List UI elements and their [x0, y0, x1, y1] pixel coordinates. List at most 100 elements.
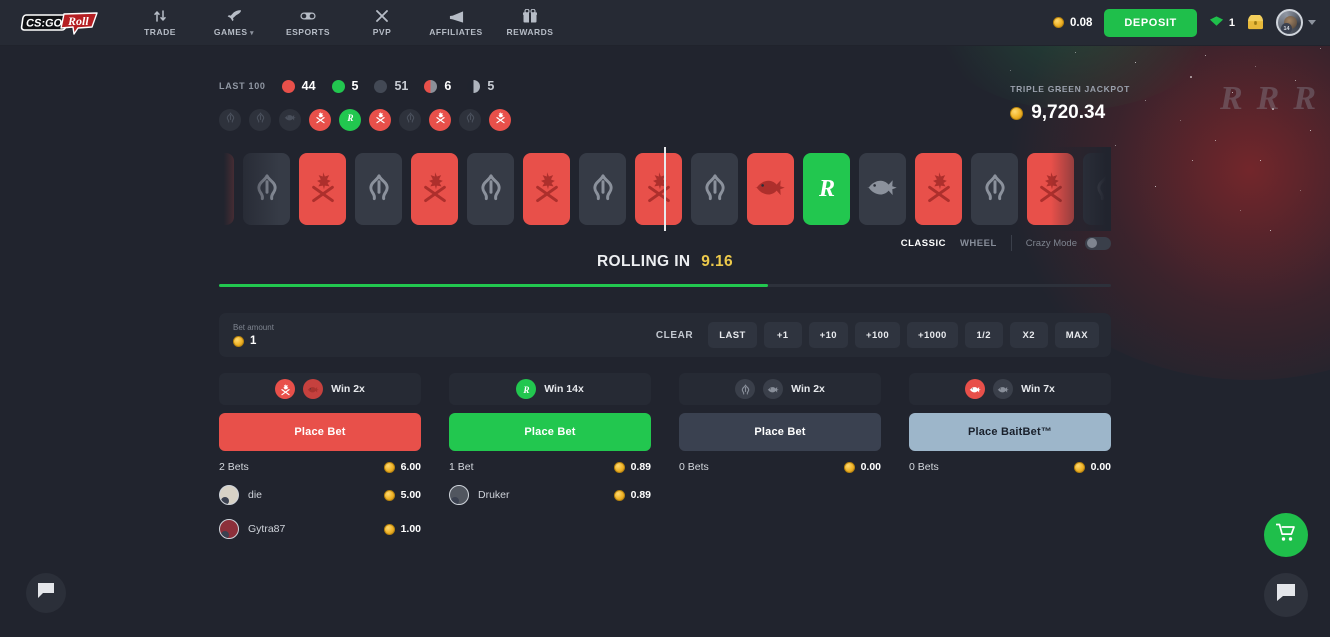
ct-icon: [404, 111, 417, 129]
balance-display[interactable]: 0.08: [1052, 17, 1092, 29]
nav-item-pvp[interactable]: PVP: [346, 0, 418, 46]
place-bet-button[interactable]: Place Bet: [679, 413, 881, 451]
mode-divider: [1010, 235, 1012, 251]
ct-icon: [254, 111, 267, 129]
bet-chip-100[interactable]: +100: [855, 322, 900, 348]
history-result-3[interactable]: [309, 109, 331, 131]
site-chat-button[interactable]: [26, 573, 66, 613]
roller-tile: [579, 153, 626, 225]
bet-chip-max[interactable]: MAX: [1054, 322, 1099, 348]
stat-color-dot: [281, 79, 295, 93]
bet-amount-field[interactable]: Bet amount 1: [233, 323, 274, 347]
history-result-8[interactable]: [459, 109, 481, 131]
place-bet-button[interactable]: Place Bet: [219, 413, 421, 451]
bait-fish-icon: [763, 379, 784, 399]
bait-fish-icon: [993, 379, 1014, 399]
stat-item-half-rg: 6: [424, 79, 451, 93]
bet-chip-12[interactable]: 1/2: [964, 322, 1003, 348]
gem-icon: [1209, 15, 1224, 30]
nav-label: TRADE: [144, 26, 176, 37]
roll-r-icon: R: [344, 111, 357, 129]
history-result-0[interactable]: [219, 109, 241, 131]
bet-column-header: Win 2x: [679, 373, 881, 405]
crazy-mode-toggle[interactable]: [1085, 236, 1111, 250]
stat-value: 6: [444, 79, 452, 93]
t-icon: [275, 379, 296, 399]
round-history: R: [219, 109, 1111, 131]
avatar: [449, 485, 469, 505]
player-name: Gytra87: [248, 523, 286, 535]
avatar: [219, 485, 239, 505]
roller-tile: [467, 153, 514, 225]
nav-item-esports[interactable]: ESPORTS: [272, 0, 344, 46]
ct-icon: [698, 170, 732, 209]
stat-item-half-b: 5: [467, 79, 494, 93]
gem-counter[interactable]: 1: [1209, 15, 1235, 30]
clear-bet-button[interactable]: CLEAR: [648, 330, 701, 341]
nav-item-trade[interactable]: TRADE: [124, 0, 196, 46]
mode-tab-wheel[interactable]: WHEEL: [960, 238, 997, 249]
crazy-mode-label: Crazy Mode: [1025, 237, 1077, 249]
jackpot-amount: 9,720.34: [1031, 102, 1106, 123]
bets-count: 1 Bet: [449, 461, 474, 473]
bet-controls-bar: Bet amount 1 CLEAR LAST +1 +10 +100 +1000 1/2…: [219, 313, 1111, 357]
site-logo[interactable]: CS:GO Roll: [18, 10, 98, 36]
player-name: die: [248, 489, 263, 501]
coin-icon: [1010, 106, 1024, 120]
stat-value: 44: [301, 79, 316, 93]
header-right-cluster: 0.08 DEPOSIT 1 14: [1052, 8, 1316, 37]
place-bet-button[interactable]: Place BaitBet™: [909, 413, 1111, 451]
nav-item-affiliates[interactable]: AFFILIATES: [420, 0, 492, 46]
ct-icon: [735, 379, 756, 399]
deposit-button[interactable]: DEPOSIT: [1104, 8, 1197, 37]
stat-item-green: 5: [331, 79, 358, 93]
bet-chip-1[interactable]: +1: [763, 322, 802, 348]
bet-chip-x2[interactable]: X2: [1009, 322, 1048, 348]
bets-count: 2 Bets: [219, 461, 249, 473]
history-result-6[interactable]: [399, 109, 421, 131]
bait-fish-icon: [283, 111, 297, 129]
nav-item-games[interactable]: GAMES: [198, 0, 270, 46]
bet-columns: Win 2x Place Bet 2 Bets 6.00 die 5.00 Gy…: [219, 373, 1111, 539]
rolling-label: ROLLING IN: [596, 253, 691, 270]
bet-amount-value[interactable]: 1: [250, 335, 256, 347]
history-result-7[interactable]: [429, 109, 451, 131]
bet-column-header: R Win 14x: [449, 373, 651, 405]
t-icon: [530, 170, 564, 209]
history-result-4[interactable]: R: [339, 109, 361, 131]
roller[interactable]: R: [219, 147, 1111, 231]
roller-tile: [635, 153, 682, 225]
t-icon: [306, 170, 340, 209]
crazy-mode-control: Crazy Mode: [1025, 236, 1111, 250]
ct-icon: [224, 111, 237, 129]
roller-tile: [915, 153, 962, 225]
user-avatar-menu[interactable]: 14: [1276, 9, 1316, 36]
shopping-cart-icon: [1275, 523, 1296, 547]
history-result-9[interactable]: [489, 109, 511, 131]
chest-icon[interactable]: [1247, 15, 1264, 30]
gamepad-icon: [300, 9, 316, 24]
mode-tab-classic[interactable]: CLASSIC: [901, 238, 946, 249]
bet-player-list: die 5.00 Gytra87 1.00: [219, 485, 421, 539]
bait-fish-icon: [866, 170, 900, 209]
stat-color-dot: [374, 79, 388, 93]
history-result-5[interactable]: [369, 109, 391, 131]
round-progress-fill: [219, 284, 768, 287]
bets-total: 0.89: [613, 461, 651, 473]
roller-tile: [411, 153, 458, 225]
nav-item-rewards[interactable]: REWARDS: [494, 0, 566, 46]
player-name: Druker: [478, 489, 510, 501]
history-result-2[interactable]: [279, 109, 301, 131]
avatar: [219, 519, 239, 539]
support-chat-button[interactable]: [1264, 573, 1308, 617]
bet-chip-last[interactable]: LAST: [708, 322, 757, 348]
bet-chip-1000[interactable]: +1000: [907, 322, 958, 348]
place-bet-button[interactable]: Place Bet: [449, 413, 651, 451]
shopping-cart-button[interactable]: [1264, 513, 1308, 557]
history-result-1[interactable]: [249, 109, 271, 131]
bet-column-footer: 0 Bets 0.00: [909, 461, 1111, 473]
bet-chip-10[interactable]: +10: [808, 322, 848, 348]
coin-icon: [383, 461, 395, 473]
bet-multiplier: Win 2x: [331, 383, 365, 395]
bet-player-row: Druker 0.89: [449, 485, 651, 505]
